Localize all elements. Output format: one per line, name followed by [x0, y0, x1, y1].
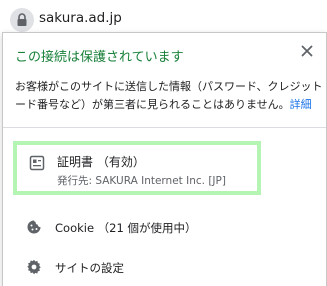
description-line-2-text: ード番号など）が第三者に見られることはありません。 — [15, 98, 290, 111]
site-info-popup: この接続は保護されています お客様がこのサイトに送信した情報（パスワード、クレジ… — [2, 32, 327, 286]
site-settings-row[interactable]: サイトの設定 — [3, 249, 326, 285]
details-link[interactable]: 詳細 — [290, 98, 312, 111]
site-settings-label: サイトの設定 — [55, 261, 124, 275]
address-bar[interactable]: sakura.ad.jp — [0, 0, 327, 34]
close-icon[interactable] — [298, 42, 316, 60]
connection-description: お客様がこのサイトに送信した情報（パスワード、クレジット カ ード番号など）が第… — [15, 78, 327, 114]
certificate-icon — [29, 155, 45, 171]
url-text[interactable]: sakura.ad.jp — [39, 10, 122, 26]
site-info-button[interactable] — [10, 8, 34, 32]
connection-secure-title: この接続は保護されています — [15, 50, 184, 65]
description-line-1: お客様がこのサイトに送信した情報（パスワード、クレジット カ — [15, 80, 327, 93]
divider — [3, 127, 326, 128]
certificate-title: 証明書 （有効） — [57, 155, 145, 169]
cookie-label: Cookie （21 個が使用中） — [55, 221, 197, 235]
cookie-icon — [27, 220, 41, 234]
certificate-row[interactable]: 証明書 （有効） 発行先: SAKURA Internet Inc. [JP] — [13, 141, 261, 195]
gear-icon — [27, 259, 41, 275]
description-line-2: ード番号など）が第三者に見られることはありません。詳細 — [15, 96, 315, 114]
cookie-row[interactable]: Cookie （21 個が使用中） — [3, 209, 326, 245]
lock-icon — [17, 13, 27, 26]
certificate-issuer: 発行先: SAKURA Internet Inc. [JP] — [57, 175, 226, 187]
